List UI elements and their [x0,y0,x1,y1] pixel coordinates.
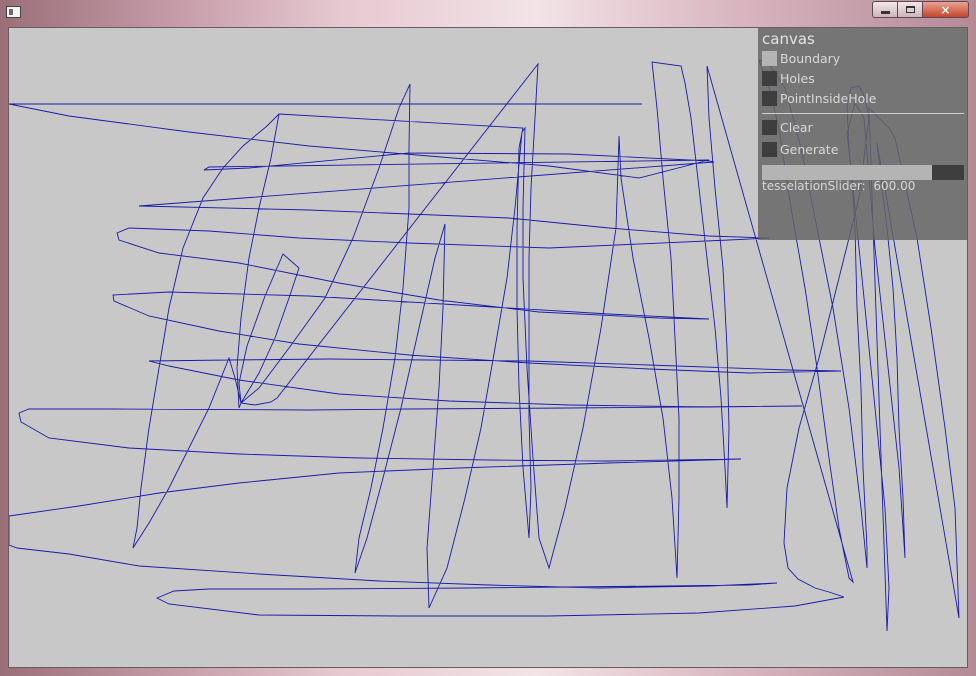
toggle-box-boundary[interactable] [762,50,777,66]
toggle-label-boundary: Boundary [780,50,841,66]
generate-button[interactable]: Generate [762,141,838,157]
tesselation-slider-caption: tesselationSlider: 600.00 [762,179,915,193]
minimize-button[interactable] [872,1,898,18]
clear-button[interactable]: Clear [762,119,813,135]
tesselation-slider-value: 600.00 [873,179,916,193]
toggle-label-holes: Holes [780,70,815,86]
panel-separator [762,113,964,114]
drawing-canvas[interactable]: canvas Boundary Holes PointInsideHole Cl… [8,27,968,668]
tesselation-slider[interactable] [762,165,964,180]
tesselation-slider-fill [762,165,932,180]
toggle-boundary[interactable]: Boundary [762,50,840,66]
maximize-icon [905,6,915,13]
generate-button-label: Generate [780,141,839,157]
toggle-holes[interactable]: Holes [762,70,815,86]
toggle-box-holes[interactable] [762,70,777,86]
app-window: × canvas Boundary Holes PointInsideHole [0,0,976,676]
gui-panel: canvas Boundary Holes PointInsideHole Cl… [758,28,967,240]
toggle-label-point-inside-hole: PointInsideHole [780,90,877,106]
toggle-point-inside-hole[interactable]: PointInsideHole [762,90,876,106]
clear-button-box[interactable] [762,119,777,135]
minimize-icon [880,10,890,14]
close-button[interactable]: × [923,1,969,18]
app-window-icon[interactable] [6,6,21,18]
clear-button-label: Clear [780,119,813,135]
generate-button-box[interactable] [762,141,777,157]
toggle-box-point-inside-hole[interactable] [762,90,777,106]
tesselation-slider-label: tesselationSlider: [762,179,866,193]
caption-buttons: × [872,1,969,18]
close-icon: × [940,2,951,17]
panel-title: canvas [762,30,815,48]
title-bar[interactable]: × [0,0,976,26]
maximize-button[interactable] [898,1,923,18]
